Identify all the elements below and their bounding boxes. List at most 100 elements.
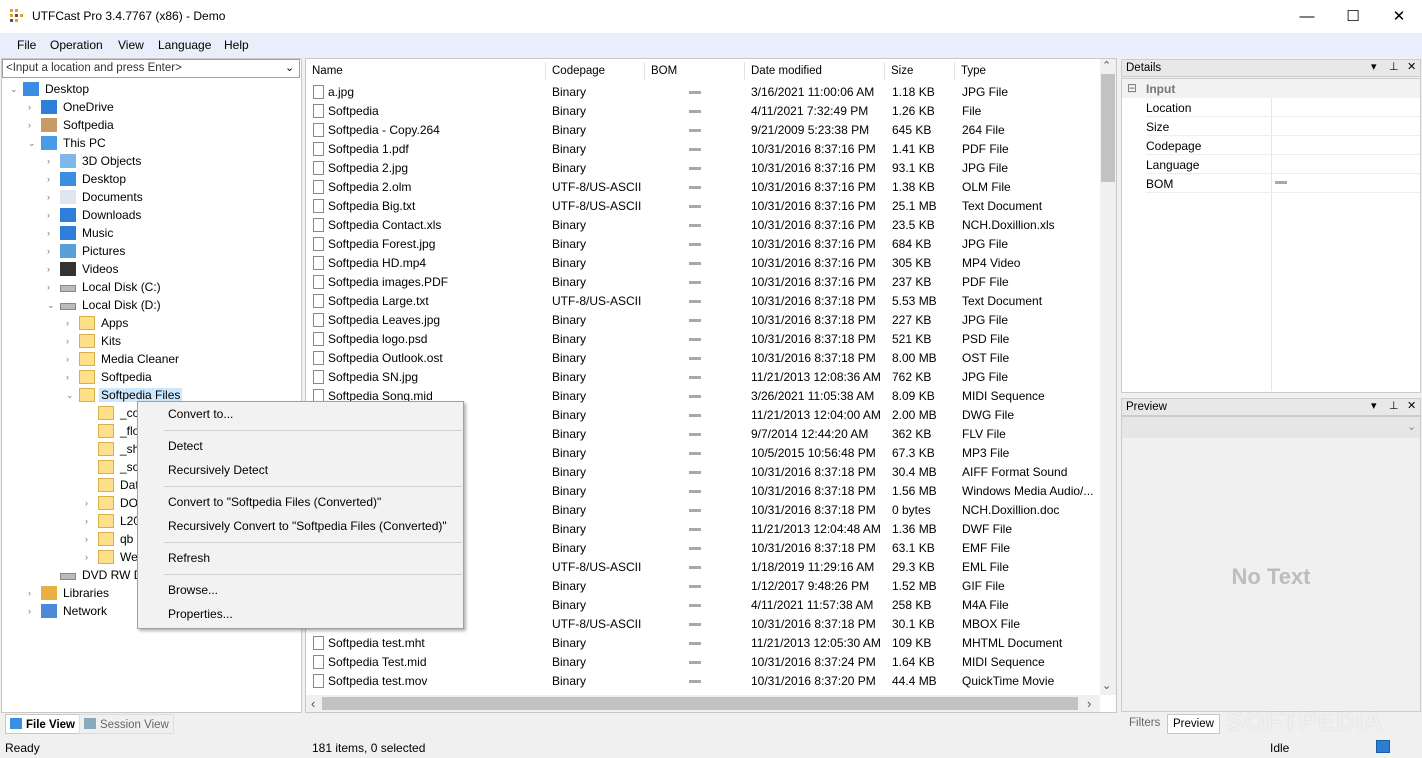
menu-operation[interactable]: Operation [50,38,103,56]
file-row[interactable]: Softpedia - Copy.264 Binary 9/21/2009 5:23… [306,121,1100,140]
column-type[interactable]: Type [955,62,1100,80]
file-name: Softpedia HD.mp4 [328,256,427,270]
column-codepage[interactable]: Codepage [546,62,645,80]
menu-item-convert-to[interactable]: Convert to... [168,407,233,425]
collapse-icon[interactable]: ⌄ [47,300,55,311]
column-name[interactable]: Name [306,62,546,80]
tab-preview[interactable]: Preview [1167,714,1220,734]
group-collapse-icon[interactable]: ⊟ [1127,81,1137,95]
folder-icon [98,514,114,528]
preview-close-icon[interactable]: ✕ [1407,399,1416,412]
tab-file-view[interactable]: File View [5,714,81,734]
expand-icon[interactable]: › [47,192,50,202]
file-codepage: Binary [552,256,587,270]
file-name: Softpedia Big.txt [328,199,416,213]
file-row[interactable]: Softpedia 1.pdf Binary 10/31/2016 8:37:16 … [306,140,1100,159]
file-row[interactable]: Softpedia Big.txt UTF-8/US-ASCII 10/31/201… [306,197,1100,216]
menu-help[interactable]: Help [224,38,249,56]
file-row[interactable]: Softpedia SN.jpg Binary 11/21/2013 12:08:3… [306,368,1100,387]
expand-icon[interactable]: › [85,516,88,526]
expand-icon[interactable]: › [47,174,50,184]
file-codepage: Binary [552,427,587,441]
menu-file[interactable]: File [17,38,36,56]
preview-select-arrow-icon[interactable]: ⌄ [1407,420,1416,433]
menu-item-recursively-detect[interactable]: Recursively Detect [168,463,268,481]
menu-item-recursively-convert[interactable]: Recursively Convert to "Softpedia Files … [168,519,447,537]
expand-icon[interactable]: › [85,534,88,544]
app-icon [10,9,26,23]
details-pin-icon[interactable]: ⊥ [1389,60,1399,73]
expand-icon[interactable]: › [47,228,50,238]
file-row[interactable]: Softpedia Test.mid Binary 10/31/2016 8:37:… [306,653,1100,672]
expand-icon[interactable]: › [47,156,50,166]
file-row[interactable]: Softpedia HD.mp4 Binary 10/31/2016 8:37:16… [306,254,1100,273]
menu-item-browse[interactable]: Browse... [168,583,218,601]
expand-icon[interactable]: › [47,264,50,274]
menu-item-detect[interactable]: Detect [168,439,203,457]
menu-item-convert-to-converted[interactable]: Convert to "Softpedia Files (Converted)" [168,495,381,513]
expand-icon[interactable]: › [66,372,69,382]
expand-icon[interactable]: › [66,354,69,364]
close-button[interactable]: ✕ [1376,0,1422,33]
details-dropdown-icon[interactable]: ▾ [1371,60,1377,73]
column-bom[interactable]: BOM [645,62,745,80]
file-row[interactable]: Softpedia Forest.jpg Binary 10/31/2016 8:3… [306,235,1100,254]
scroll-down-icon[interactable]: ⌄ [1102,679,1111,692]
expand-icon[interactable]: › [66,336,69,346]
minimize-button[interactable]: — [1284,0,1330,33]
file-icon [313,104,324,118]
preview-dropdown-icon[interactable]: ▾ [1371,399,1377,412]
bom-dash [689,262,701,265]
column-date-modified[interactable]: Date modified [745,62,885,80]
file-row[interactable]: Softpedia Contact.xls Binary 10/31/2016 8:… [306,216,1100,235]
music-icon [60,226,76,240]
preview-encoding-select[interactable] [1122,417,1420,438]
file-row[interactable]: Softpedia 2.jpg Binary 10/31/2016 8:37:16 … [306,159,1100,178]
location-dropdown-icon[interactable]: ⌄ [285,61,294,74]
expand-icon[interactable]: › [85,552,88,562]
preview-pin-icon[interactable]: ⊥ [1389,399,1399,412]
file-row[interactable]: Softpedia Large.txt UTF-8/US-ASCII 10/31/2… [306,292,1100,311]
file-name: Softpedia Forest.jpg [328,237,436,251]
scroll-up-icon[interactable]: ⌃ [1102,59,1111,72]
column-size[interactable]: Size [885,62,955,80]
menu-view[interactable]: View [118,38,144,56]
file-row[interactable]: a.jpg Binary 3/16/2021 11:00:06 AM 1.18 KB J… [306,83,1100,102]
details-close-icon[interactable]: ✕ [1407,60,1416,73]
tab-file-view-label: File View [26,719,76,731]
expand-icon[interactable]: › [66,318,69,328]
menu-language[interactable]: Language [158,38,211,56]
maximize-button[interactable]: ☐ [1330,0,1376,33]
file-row[interactable]: Softpedia images.PDF Binary 10/31/2016 8:3… [306,273,1100,292]
file-codepage: Binary [552,484,587,498]
expand-icon[interactable]: › [47,282,50,292]
expand-icon[interactable]: › [28,588,31,598]
file-row[interactable]: Softpedia test.mov Binary 10/31/2016 8:37:… [306,672,1100,691]
collapse-icon[interactable]: ⌄ [28,138,36,149]
file-icon [313,218,324,232]
expand-icon[interactable]: › [85,498,88,508]
horizontal-scroll-thumb[interactable] [322,697,1078,710]
expand-icon[interactable]: › [28,120,31,130]
collapse-icon[interactable]: ⌄ [66,390,74,401]
scroll-right-icon[interactable]: › [1087,696,1091,711]
expand-icon[interactable]: › [47,210,50,220]
tab-session-view[interactable]: Session View [79,714,174,734]
location-input[interactable]: <Input a location and press Enter> [2,59,300,78]
file-row[interactable]: Softpedia test.mht Binary 11/21/2013 12:05… [306,634,1100,653]
file-name: Softpedia Test.mid [328,655,427,669]
file-row[interactable]: Softpedia Outlook.ost Binary 10/31/2016 8:… [306,349,1100,368]
menu-item-refresh[interactable]: Refresh [168,551,210,569]
menu-item-properties[interactable]: Properties... [168,607,233,625]
file-row[interactable]: Softpedia logo.psd Binary 10/31/2016 8:37:… [306,330,1100,349]
file-row[interactable]: Softpedia 2.olm UTF-8/US-ASCII 10/31/2016 … [306,178,1100,197]
file-row[interactable]: Softpedia Leaves.jpg Binary 10/31/2016 8:3… [306,311,1100,330]
expand-icon[interactable]: › [28,606,31,616]
collapse-icon[interactable]: ⌄ [10,84,18,95]
scroll-left-icon[interactable]: ‹ [311,696,315,711]
expand-icon[interactable]: › [28,102,31,112]
expand-icon[interactable]: › [47,246,50,256]
file-row[interactable]: Softpedia Binary 4/11/2021 7:32:49 PM 1.26 … [306,102,1100,121]
vertical-scroll-thumb[interactable] [1101,74,1115,182]
tab-filters[interactable]: Filters [1123,714,1166,732]
